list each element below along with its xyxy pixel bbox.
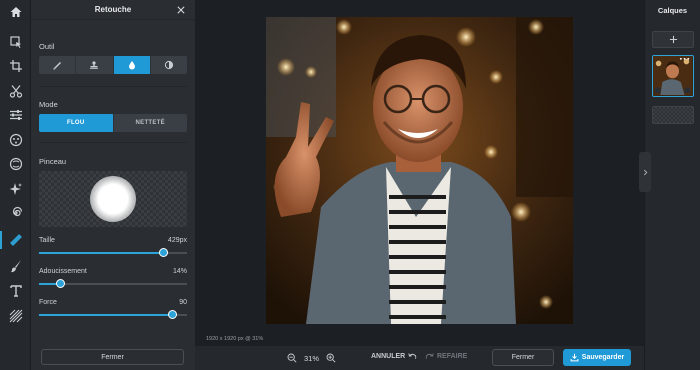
layers-title: Calques <box>657 5 688 15</box>
halftone-icon <box>164 60 173 70</box>
zoom-control: 31% <box>285 351 338 365</box>
add-layer-button[interactable] <box>652 31 694 48</box>
text-icon[interactable] <box>0 279 31 303</box>
size-label: Taille <box>39 237 55 244</box>
force-slider: Force 90 <box>39 299 187 319</box>
photo-image <box>266 17 573 324</box>
chevron-right-icon <box>643 169 647 175</box>
size-value: 429px <box>167 237 187 244</box>
mode-selector: FLOU NETTETÉ <box>39 114 187 132</box>
crop-icon[interactable] <box>0 54 31 78</box>
home-icon[interactable] <box>0 0 31 24</box>
size-knob[interactable] <box>159 248 169 257</box>
save-label: Sauvegarder <box>581 354 625 361</box>
force-fill <box>39 314 173 316</box>
layers-panel: Calques <box>639 0 700 370</box>
spiral-icon[interactable] <box>0 201 31 225</box>
zoom-level: 31% <box>304 353 320 363</box>
filter-icon[interactable] <box>0 128 31 152</box>
mode-label: Mode <box>39 100 58 109</box>
softness-track[interactable] <box>39 279 187 288</box>
force-track[interactable] <box>39 310 187 319</box>
download-icon <box>570 353 579 362</box>
outil-label: Outil <box>39 42 55 51</box>
plus-icon <box>669 35 677 44</box>
photo[interactable] <box>266 17 573 324</box>
tool-rail <box>0 0 31 370</box>
force-knob[interactable] <box>168 310 178 319</box>
photo-editor: Retouche Outil Mode FLOU NETTETÉ Pinceau… <box>0 0 700 370</box>
size-slider: Taille 429px <box>39 237 187 257</box>
brush-dot <box>90 176 136 222</box>
pointer-icon[interactable] <box>0 30 31 54</box>
layer-thumbnail-photo[interactable] <box>652 55 694 97</box>
layer-thumbnail-transparent[interactable] <box>652 106 694 124</box>
drop-icon <box>128 61 135 70</box>
redo-button[interactable]: REFAIRE <box>425 352 467 361</box>
panel-title: Retouche <box>94 5 132 14</box>
undo-label: ANNULER <box>371 353 406 360</box>
image-dimensions: 1920 x 1920 px @ 31% <box>206 336 264 342</box>
paint-icon[interactable] <box>0 254 31 278</box>
pencil-tool-button[interactable] <box>39 56 77 74</box>
effects-icon[interactable] <box>0 152 31 176</box>
size-track[interactable] <box>39 248 187 257</box>
texture-icon[interactable] <box>0 304 31 328</box>
softness-label: Adoucissement <box>39 268 87 275</box>
bottom-bar: 31% ANNULER REFAIRE Fermer Sauvegarder <box>195 346 644 370</box>
layer-thumbnail-image <box>653 56 692 95</box>
drop-tool-button[interactable] <box>113 56 151 74</box>
size-fill <box>39 252 164 254</box>
retouch-panel: Retouche Outil Mode FLOU NETTETÉ Pinceau… <box>31 0 195 370</box>
close-button[interactable]: Fermer <box>492 349 554 366</box>
brush-preview <box>39 171 187 227</box>
redo-label: REFAIRE <box>437 353 468 360</box>
adjust-icon[interactable] <box>0 103 31 127</box>
panel-header: Retouche <box>31 0 195 20</box>
mode-nettete-button[interactable]: NETTETÉ <box>114 114 188 132</box>
pencil-icon <box>53 62 62 70</box>
tool-section: Outil <box>39 42 187 74</box>
divider <box>39 86 187 87</box>
force-label: Force <box>39 299 57 306</box>
undo-button[interactable]: ANNULER <box>371 352 417 361</box>
softness-slider: Adoucissement 14% <box>39 268 187 288</box>
save-button[interactable]: Sauvegarder <box>563 349 631 366</box>
scissors-icon[interactable] <box>0 79 31 103</box>
brush-icon[interactable] <box>0 228 31 252</box>
redo-icon <box>425 353 434 359</box>
softness-value: 14% <box>172 268 187 275</box>
halftone-tool-button[interactable] <box>151 56 187 74</box>
stamp-tool-button[interactable] <box>76 56 114 74</box>
sparkle-icon[interactable] <box>0 177 31 201</box>
close-icon[interactable] <box>175 4 187 16</box>
mode-flou-button[interactable]: FLOU <box>39 114 114 132</box>
zoom-in-icon[interactable] <box>324 351 338 365</box>
panel-close-button[interactable]: Fermer <box>41 349 184 365</box>
undo-icon <box>408 353 417 359</box>
softness-knob[interactable] <box>55 279 65 288</box>
collapse-layers-button[interactable] <box>639 152 651 192</box>
force-value: 90 <box>179 299 187 306</box>
divider <box>39 142 187 143</box>
pinceau-label: Pinceau <box>39 157 67 166</box>
stamp-icon <box>90 61 99 69</box>
zoom-out-icon[interactable] <box>285 351 299 365</box>
tool-selector <box>39 56 187 74</box>
canvas-area: 1920 x 1920 px @ 31% <box>195 0 644 346</box>
brush-section: Pinceau <box>39 157 187 227</box>
mode-section: Mode FLOU NETTETÉ <box>39 100 187 132</box>
